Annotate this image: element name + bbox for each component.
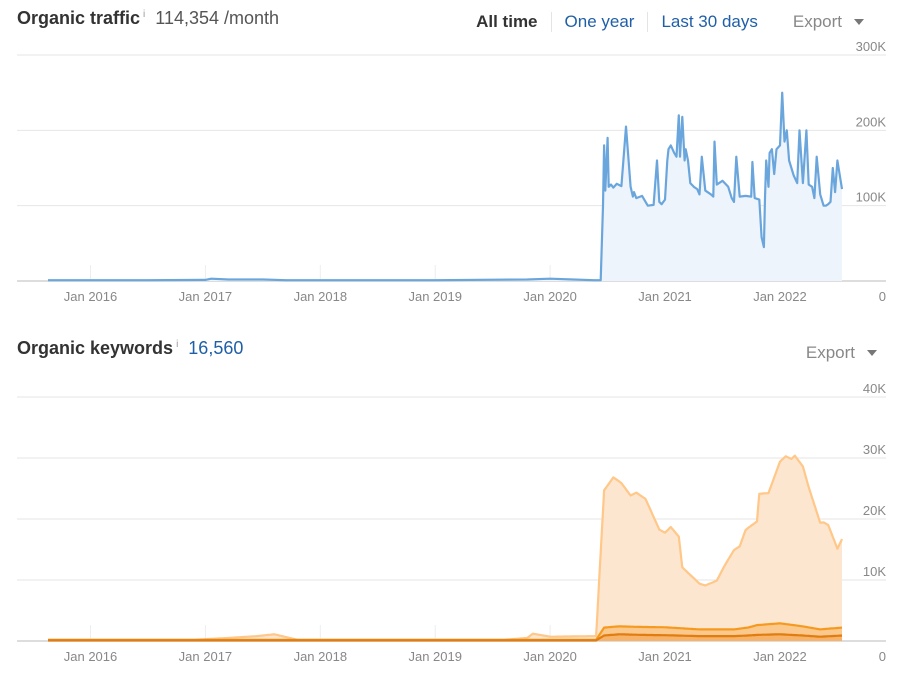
y-tick-label: 10K [863,564,886,579]
positions-11-100-area [48,455,842,640]
y-tick-label: 30K [863,442,886,457]
y-tick-label: 0 [879,649,886,664]
x-tick-label: Jan 2019 [408,649,462,664]
x-tick-label: Jan 2018 [294,649,348,664]
y-tick-label: 20K [863,503,886,518]
x-tick-label: Jan 2017 [179,649,233,664]
x-tick-label: Jan 2016 [64,649,118,664]
x-tick-label: Jan 2021 [638,649,692,664]
y-tick-label: 40K [863,381,886,396]
x-tick-label: Jan 2020 [523,649,577,664]
organic-keywords-chart: 0 10K 20K 30K 40K Jan 2016 Jan 2017 Jan 2018 Jan… [17,381,886,664]
x-tick-label: Jan 2022 [753,649,807,664]
